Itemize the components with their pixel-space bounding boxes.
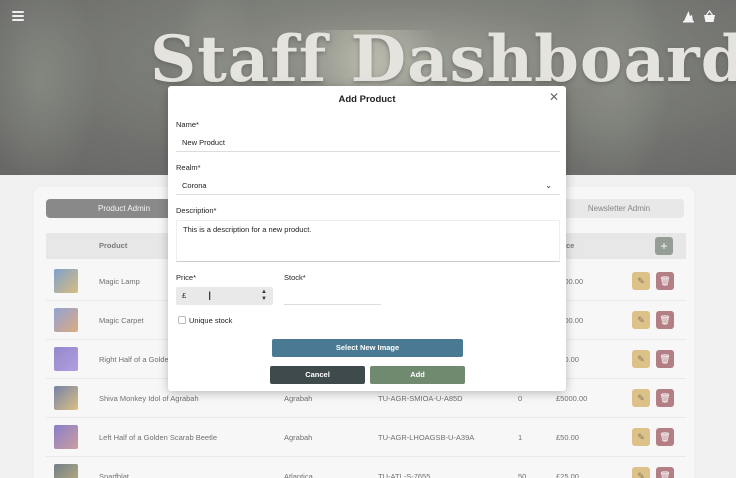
description-label: Description* [176, 206, 217, 215]
realm-label: Realm* [176, 163, 201, 172]
add-button[interactable]: Add [370, 366, 465, 384]
stock-input[interactable] [284, 287, 381, 305]
add-product-modal: Add Product ✕ Name* New Product Realm* C… [168, 86, 566, 391]
text-cursor-icon: I [208, 289, 212, 303]
currency-prefix: £ [182, 291, 187, 300]
close-icon[interactable]: ✕ [548, 91, 560, 103]
stock-label: Stock* [284, 273, 306, 282]
name-input[interactable]: New Product [176, 134, 560, 152]
modal-title: Add Product [338, 94, 396, 105]
chevron-down-icon: ⌄ [545, 181, 552, 190]
name-label: Name* [176, 120, 199, 129]
unique-stock-label: Unique stock [189, 316, 233, 325]
price-input[interactable]: £ I ▲ ▼ [176, 287, 273, 305]
realm-selected-value: Corona [182, 181, 207, 190]
realm-select[interactable]: Corona ⌄ [176, 177, 560, 195]
number-stepper-icon[interactable]: ▲ ▼ [261, 289, 267, 303]
unique-stock-checkbox[interactable] [178, 316, 186, 324]
price-label: Price* [176, 273, 197, 282]
description-textarea[interactable]: This is a description for a new product. [176, 220, 560, 262]
select-image-button[interactable]: Select New Image [272, 339, 463, 357]
cancel-button[interactable]: Cancel [270, 366, 365, 384]
